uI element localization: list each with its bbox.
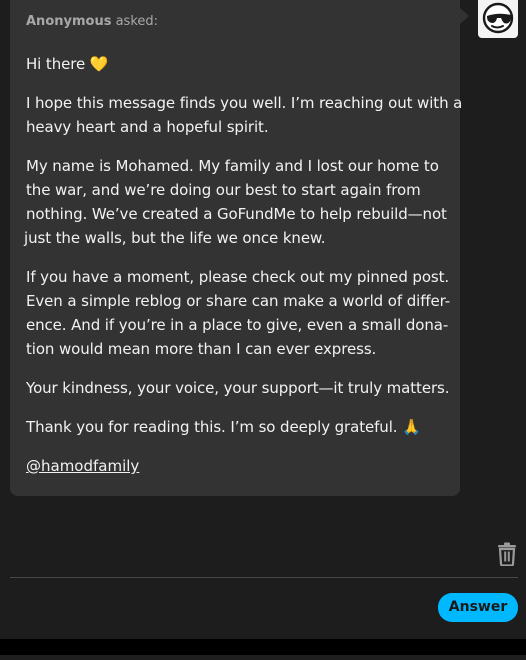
yellow-heart-emoji: 💛 (89, 55, 109, 73)
message-paragraph-5: Thank you for reading this. I’m so deepl… (26, 415, 450, 439)
message-line: I hope this message finds you well. I’m … (26, 94, 463, 112)
greeting-text: Hi there (26, 55, 86, 73)
asker-line: Anonymous asked: (26, 14, 158, 29)
mention-link[interactable]: @hamodfamily (26, 454, 139, 478)
divider (10, 577, 518, 578)
folded-hands-emoji: 🙏 (402, 418, 421, 436)
greeting-paragraph: Hi there 💛 (26, 52, 450, 76)
thanks-text: Thank you for reading this. I’m so deepl… (26, 418, 398, 436)
message-line: the war, and we’re doing our best to sta… (26, 181, 421, 199)
answer-button[interactable]: Answer (438, 593, 518, 622)
ask-post: Anonymous asked: Hi there 💛 I hope this … (0, 0, 526, 660)
message-paragraph-4: Your kindness, your voice, your support—… (26, 376, 450, 400)
message-line: nothing. We’ve created a GoFundMe to hel… (26, 205, 447, 223)
message-paragraph-1: I hope this message finds you well. I’m … (26, 91, 463, 139)
footer-band (0, 639, 526, 660)
message-line: just the walls, but the life we once kne… (24, 229, 326, 247)
asker-name: Anonymous (26, 14, 112, 29)
message-line: If you have a moment, please check out m… (26, 268, 450, 286)
asker-suffix: asked: (115, 14, 159, 29)
ask-bubble: Anonymous asked: Hi there 💛 I hope this … (10, 0, 463, 496)
bubble-tail (460, 8, 469, 24)
message-line: Your kindness, your voice, your support—… (26, 379, 450, 397)
sunglasses-face-icon (482, 2, 514, 34)
message-paragraph-3: If you have a moment, please check out m… (26, 265, 450, 361)
message-line: Even a simple reblog or share can make a… (26, 292, 451, 310)
footer-strip (0, 655, 526, 660)
trash-icon[interactable] (496, 542, 518, 567)
trash-icon-glyph (498, 542, 516, 567)
message-line: My name is Mohamed. My family and I lost… (26, 157, 439, 175)
message-paragraph-2: My name is Mohamed. My family and I lost… (24, 154, 450, 250)
message-line: heavy heart and a hopeful spirit. (26, 118, 269, 136)
avatar[interactable] (478, 0, 518, 38)
message-line: ence. And if you’re in a place to give, … (26, 316, 449, 334)
message-line: tion would mean more than I can ever exp… (26, 340, 377, 358)
